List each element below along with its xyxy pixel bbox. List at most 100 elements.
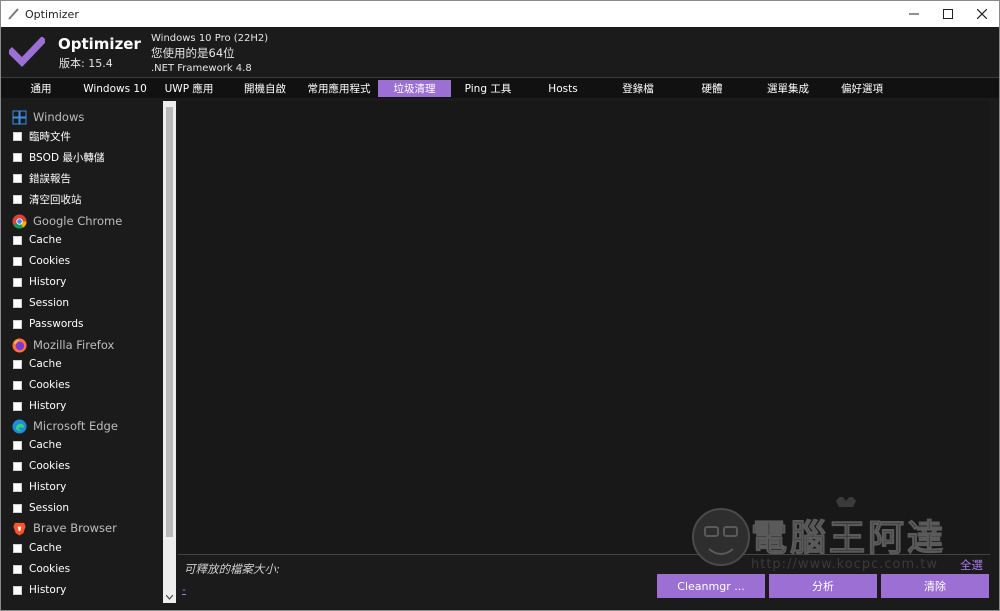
- option-label: Cookies: [29, 460, 71, 472]
- checkbox[interactable]: [13, 131, 22, 141]
- option-chrome-cookies[interactable]: Cookies: [7, 251, 70, 271]
- checkbox[interactable]: [13, 173, 22, 183]
- group-title: Microsoft Edge: [33, 419, 118, 433]
- cleanup-sidebar: Windows 臨時文件 BSOD 最小轉儲 錯誤報告 清空回收站 Google…: [7, 101, 163, 603]
- option-firefox-cache[interactable]: Cache: [7, 354, 62, 374]
- app-version: 版本: 15.4: [59, 57, 113, 70]
- group-windows: Windows: [7, 107, 84, 127]
- title-bar: Optimizer: [1, 1, 999, 27]
- checkbox[interactable]: [13, 319, 22, 329]
- tab-preferences[interactable]: 偏好選項: [831, 80, 893, 97]
- option-edge-session[interactable]: Session: [7, 498, 69, 518]
- checkmark-logo-icon: [9, 37, 45, 67]
- option-label: Session: [29, 502, 70, 514]
- option-edge-cookies[interactable]: Cookies: [7, 456, 70, 476]
- checkbox[interactable]: [13, 585, 22, 595]
- option-chrome-passwords[interactable]: Passwords: [7, 314, 84, 334]
- option-error-reports[interactable]: 錯誤報告: [7, 168, 71, 188]
- option-label: Cache: [29, 358, 62, 370]
- scroll-down-button[interactable]: [163, 591, 176, 603]
- checkbox[interactable]: [13, 503, 22, 513]
- option-label: 臨時文件: [29, 130, 71, 143]
- tab-registry[interactable]: 登錄檔: [609, 80, 667, 97]
- group-title: Brave Browser: [33, 521, 117, 535]
- option-brave-cache[interactable]: Cache: [7, 538, 62, 558]
- checkbox[interactable]: [13, 380, 22, 390]
- checkbox[interactable]: [13, 277, 22, 287]
- freed-size-value: -: [182, 583, 186, 596]
- tab-hosts[interactable]: Hosts: [537, 80, 589, 97]
- option-label: History: [29, 400, 67, 412]
- checkbox[interactable]: [13, 152, 22, 162]
- option-label: Session: [29, 297, 70, 309]
- system-info: Windows 10 Pro (22H2) 您使用的是64位 .NET Fram…: [151, 31, 268, 76]
- tab-startup[interactable]: 開機自啟: [235, 80, 295, 97]
- option-label: 清空回收站: [29, 193, 82, 206]
- group-chrome: Google Chrome: [7, 211, 122, 231]
- tab-bar: 通用 Windows 10 UWP 應用 開機自啟 常用應用程式 垃圾清理 Pi…: [1, 77, 999, 98]
- tab-ping[interactable]: Ping 工具: [456, 80, 520, 97]
- cleanmgr-button[interactable]: Cleanmgr ...: [657, 574, 765, 598]
- option-label: 錯誤報告: [29, 172, 71, 185]
- option-firefox-cookies[interactable]: Cookies: [7, 375, 70, 395]
- chevron-down-icon: [166, 594, 173, 600]
- select-all-link[interactable]: 全選: [960, 557, 983, 573]
- option-temp-files[interactable]: 臨時文件: [7, 126, 71, 146]
- option-label: History: [29, 584, 67, 596]
- tab-common-apps[interactable]: 常用應用程式: [301, 80, 377, 97]
- option-label: History: [29, 481, 67, 493]
- analyze-button[interactable]: 分析: [769, 574, 877, 598]
- tab-menu-integration[interactable]: 選單集成: [757, 80, 819, 97]
- option-brave-cookies[interactable]: Cookies: [7, 559, 70, 579]
- minimize-button[interactable]: [897, 1, 931, 27]
- window-controls: [897, 1, 999, 27]
- option-chrome-cache[interactable]: Cache: [7, 230, 62, 250]
- clean-button[interactable]: 清除: [881, 574, 989, 598]
- option-brave-history[interactable]: History: [7, 580, 66, 600]
- app-header: Optimizer 版本: 15.4 Windows 10 Pro (22H2)…: [1, 27, 999, 77]
- checkbox[interactable]: [13, 543, 22, 553]
- checkbox[interactable]: [13, 298, 22, 308]
- checkbox[interactable]: [13, 235, 22, 245]
- option-empty-recycle-bin[interactable]: 清空回收站: [7, 189, 82, 209]
- option-edge-cache[interactable]: Cache: [7, 435, 62, 455]
- option-bsod-dump[interactable]: BSOD 最小轉儲: [7, 147, 104, 167]
- option-firefox-history[interactable]: History: [7, 396, 66, 416]
- checkbox[interactable]: [13, 440, 22, 450]
- option-edge-history[interactable]: History: [7, 477, 66, 497]
- arch-info: 您使用的是64位: [151, 46, 235, 60]
- option-chrome-session[interactable]: Session: [7, 293, 69, 313]
- maximize-icon: [943, 9, 953, 19]
- freed-size-label: 可釋放的檔案大小:: [184, 562, 280, 576]
- group-firefox: Mozilla Firefox: [7, 335, 114, 355]
- checkbox[interactable]: [13, 401, 22, 411]
- checkbox[interactable]: [13, 564, 22, 574]
- option-label: BSOD 最小轉儲: [29, 151, 105, 164]
- windows-icon: [12, 110, 27, 124]
- checkbox[interactable]: [13, 194, 22, 204]
- group-title: Google Chrome: [33, 214, 123, 228]
- checkbox[interactable]: [13, 359, 22, 369]
- tab-hardware[interactable]: 硬體: [687, 80, 737, 97]
- option-label: Cache: [29, 234, 62, 246]
- option-label: Cache: [29, 542, 62, 554]
- sidebar-scrollbar[interactable]: [163, 101, 176, 603]
- app-window: Optimizer Optimizer 版本: 15.4 Windows 10 …: [0, 0, 1000, 611]
- scrollbar-thumb[interactable]: [166, 107, 173, 537]
- checkbox[interactable]: [13, 256, 22, 266]
- tab-general[interactable]: 通用: [13, 80, 69, 97]
- option-label: Passwords: [29, 318, 84, 330]
- framework-info: .NET Framework 4.8: [151, 63, 252, 74]
- tab-cleanup[interactable]: 垃圾清理: [378, 80, 451, 97]
- option-chrome-history[interactable]: History: [7, 272, 66, 292]
- os-info: Windows 10 Pro (22H2): [151, 33, 269, 44]
- close-button[interactable]: [965, 1, 999, 27]
- maximize-button[interactable]: [931, 1, 965, 27]
- checkbox[interactable]: [13, 482, 22, 492]
- tab-uwp[interactable]: UWP 應用: [158, 80, 220, 97]
- tab-windows10[interactable]: Windows 10: [79, 80, 151, 97]
- checkbox[interactable]: [13, 461, 22, 471]
- brave-icon: [13, 522, 26, 536]
- chrome-icon: [12, 213, 27, 229]
- option-label: Cookies: [29, 379, 71, 391]
